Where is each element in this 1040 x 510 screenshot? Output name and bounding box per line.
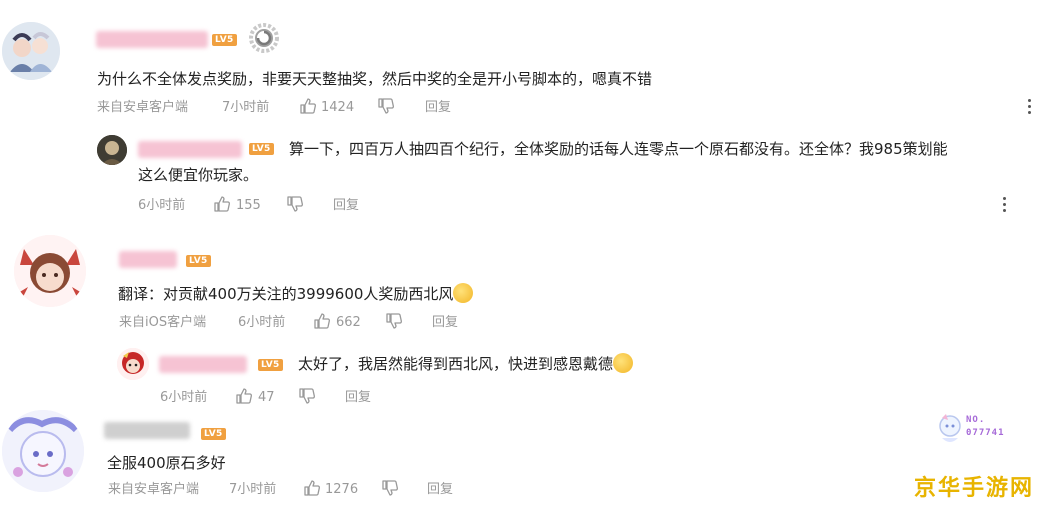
character-sticker-icon <box>939 414 961 442</box>
comment-text: 翻译：对贡献400万关注的3999600人奖励西北风 <box>118 281 474 307</box>
more-options-icon[interactable] <box>1002 197 1008 215</box>
thumbs-up-icon[interactable] <box>313 312 331 330</box>
username-blurred[interactable] <box>104 422 190 439</box>
username-blurred[interactable] <box>96 31 208 48</box>
reply-text: 太好了，我居然能得到西北风，快进到感恩戴德 <box>298 351 634 377</box>
thumbs-up-icon[interactable] <box>303 479 321 497</box>
badge-number: 077741 <box>966 428 1005 438</box>
username-blurred[interactable] <box>119 251 177 268</box>
comment-text-body: 翻译：对贡献400万关注的3999600人奖励西北风 <box>118 285 454 303</box>
reply-text-line-1: 算一下，四百万人抽四百个纪行，全体奖励的话每人连零点一个原石都没有。还全体？我9… <box>289 140 948 158</box>
thumbs-up-icon[interactable] <box>299 97 317 115</box>
user-avatar-icon <box>14 235 86 307</box>
avatar[interactable] <box>117 348 149 380</box>
comment-time: 7小时前 <box>229 482 277 497</box>
reply-text-body: 太好了，我居然能得到西北风，快进到感恩戴德 <box>298 355 614 373</box>
thumbs-down-icon[interactable] <box>377 97 395 115</box>
site-watermark: 京华手游网 <box>913 476 1034 501</box>
thumbs-up-icon[interactable] <box>213 195 231 213</box>
user-avatar-icon <box>97 135 127 165</box>
comment-text: 为什么不全体发点奖励，非要天天整抽奖，然后中奖的全是开小号脚本的，嗯真不错 <box>97 70 653 88</box>
avatar[interactable] <box>2 22 60 80</box>
fan-number-badge: NO. 077741 <box>936 412 1026 452</box>
username-blurred[interactable] <box>138 141 242 158</box>
level-badge: LV5 <box>249 143 274 155</box>
thumbs-down-icon[interactable] <box>298 387 316 405</box>
reply-text-line-2: 这么便宜你玩家。 <box>138 166 259 184</box>
avatar[interactable] <box>14 235 86 307</box>
username-blurred[interactable] <box>159 356 247 373</box>
reply-button[interactable]: 回复 <box>333 198 359 214</box>
comment-source: 来自安卓客户端 <box>108 482 200 497</box>
gear-ornament-icon <box>248 22 280 54</box>
badge-no-label: NO. <box>966 415 986 425</box>
comment-text: 全服400原石多好 <box>107 454 226 472</box>
reply-time: 6小时前 <box>138 198 186 213</box>
avatar[interactable] <box>2 410 84 492</box>
comment-source: 来自iOS客户端 <box>119 315 207 330</box>
like-count: 47 <box>258 390 275 405</box>
level-badge: LV5 <box>212 34 237 46</box>
comment-time: 7小时前 <box>222 100 270 115</box>
user-avatar-icon <box>117 348 149 380</box>
laughing-emoji-icon <box>453 283 474 303</box>
reply-button[interactable]: 回复 <box>425 100 451 116</box>
like-count: 1276 <box>325 482 359 497</box>
more-options-icon[interactable] <box>1027 99 1033 117</box>
reply-button[interactable]: 回复 <box>427 482 453 498</box>
like-count: 1424 <box>321 100 355 115</box>
thumbs-down-icon[interactable] <box>385 312 403 330</box>
avatar[interactable] <box>97 135 127 165</box>
level-badge: LV5 <box>258 359 283 371</box>
reply-button[interactable]: 回复 <box>345 390 371 406</box>
like-count: 155 <box>236 198 261 213</box>
reply-time: 6小时前 <box>160 390 208 405</box>
comment-source: 来自安卓客户端 <box>97 100 189 115</box>
level-badge: LV5 <box>201 428 226 440</box>
level-badge: LV5 <box>186 255 211 267</box>
comment-time: 6小时前 <box>238 315 286 330</box>
reply-button[interactable]: 回复 <box>432 315 458 331</box>
user-avatar-icon <box>2 22 60 80</box>
thumbs-up-icon[interactable] <box>235 387 253 405</box>
user-avatar-icon <box>2 410 84 492</box>
thumbs-down-icon[interactable] <box>286 195 304 213</box>
thumbs-down-icon[interactable] <box>381 479 399 497</box>
like-count: 662 <box>336 315 361 330</box>
crying-laughing-emoji-icon <box>613 353 634 373</box>
